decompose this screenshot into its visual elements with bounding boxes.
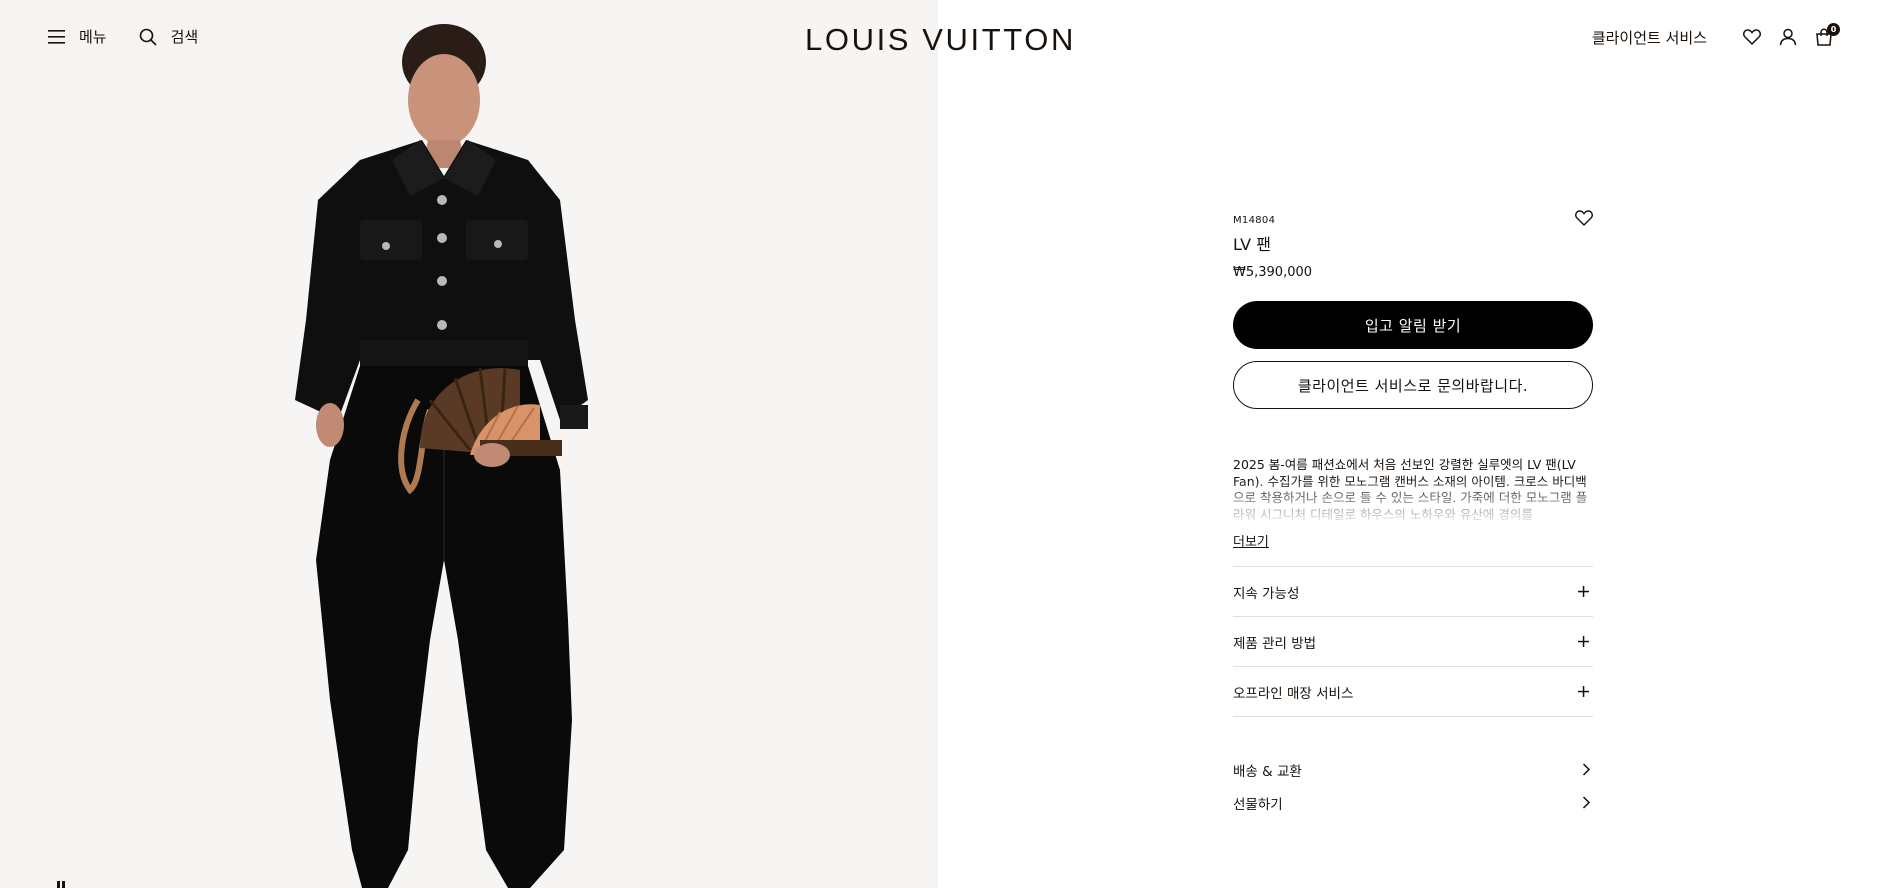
link-label: 선물하기 [1233,796,1283,813]
heart-icon [1743,29,1761,45]
product-model-image [295,24,588,888]
user-icon [1779,28,1797,46]
product-links: 배송 & 교환 선물하기 [1233,753,1593,819]
wishlist-button[interactable] [1741,26,1763,48]
product-image-panel [0,0,938,888]
client-services-link[interactable]: 클라이언트 서비스 [1592,27,1707,48]
cart-button[interactable]: 0 [1813,23,1840,48]
shipping-returns-link[interactable]: 배송 & 교환 [1233,753,1593,786]
cart-count-badge: 0 [1827,23,1840,36]
product-details-accordion: 지속 가능성 제품 관리 방법 오프라인 매장 서비스 [1233,566,1593,717]
header-right-controls: 클라이언트 서비스 0 [1592,23,1840,48]
contact-client-services-button[interactable]: 클라이언트 서비스로 문의바랍니다. [1233,361,1593,409]
accordion-store-services[interactable]: 오프라인 매장 서비스 [1233,667,1593,717]
plus-icon [1578,636,1589,647]
account-button[interactable] [1777,26,1799,48]
chevron-right-icon [1582,796,1591,809]
accordion-sustainability[interactable]: 지속 가능성 [1233,567,1593,617]
add-to-wishlist-button[interactable] [1575,210,1593,228]
product-description: 2025 봄-여름 패션쇼에서 처음 선보인 강렬한 실루엣의 LV 팬(LV … [1233,457,1593,523]
accordion-label: 제품 관리 방법 [1233,635,1317,652]
product-info-panel: M14804 LV 팬 ₩5,390,000 입고 알림 받기 클라이언트 서비… [1233,208,1593,819]
plus-icon [1578,686,1589,697]
product-price: ₩5,390,000 [1233,265,1313,280]
plus-icon [1578,586,1589,597]
product-name: LV 팬 [1233,235,1271,254]
sku-row: M14804 [1233,208,1593,226]
image-pagination-indicator[interactable] [57,877,67,888]
link-label: 배송 & 교환 [1233,763,1302,780]
accordion-product-care[interactable]: 제품 관리 방법 [1233,617,1593,667]
chevron-right-icon [1582,763,1591,776]
accordion-label: 오프라인 매장 서비스 [1233,685,1354,702]
site-header: 메뉴 검색 LOUIS VUITTON 클라이언트 서비스 0 [0,0,1881,78]
read-more-link[interactable]: 더보기 [1233,531,1269,550]
accordion-label: 지속 가능성 [1233,585,1300,602]
notify-when-available-button[interactable]: 입고 알림 받기 [1233,301,1593,349]
heart-icon [1575,210,1593,226]
product-sku: M14804 [1233,215,1276,226]
brand-logo-text: LOUIS VUITTON [805,22,1076,57]
gift-link[interactable]: 선물하기 [1233,786,1593,819]
